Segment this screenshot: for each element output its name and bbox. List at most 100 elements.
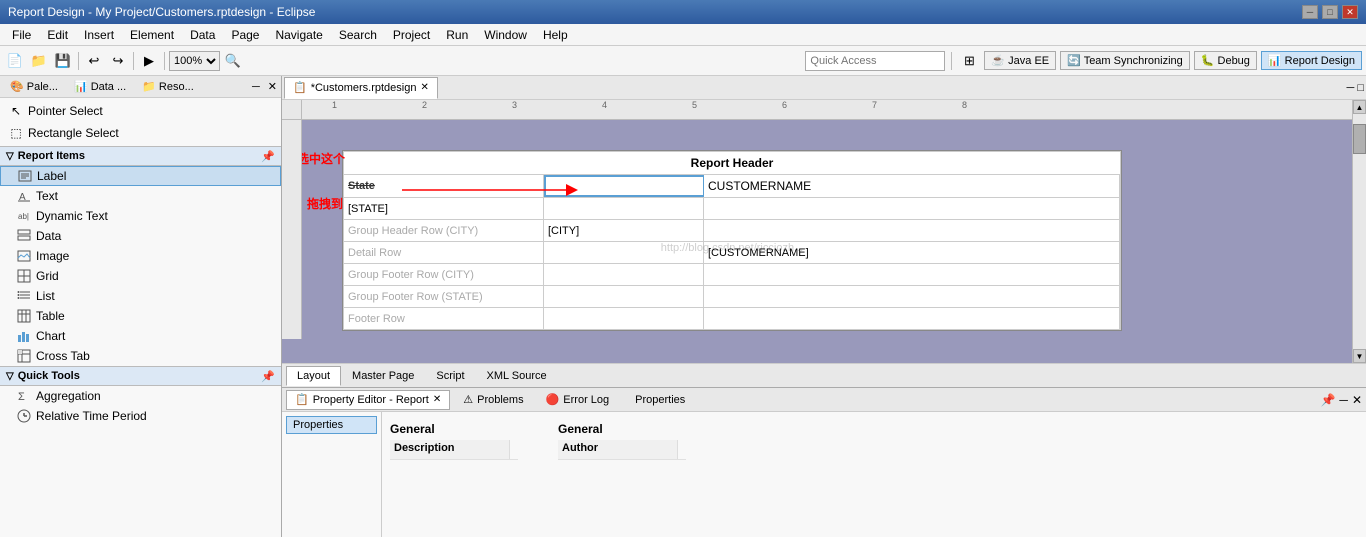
master-page-tab[interactable]: Master Page [341,366,425,386]
panel-tab-reso[interactable]: 📁 Reso... [136,78,200,95]
menu-navigate[interactable]: Navigate [267,26,330,44]
open-button[interactable]: 📁 [28,50,50,72]
toolbar-sep-3 [164,52,165,70]
perspective-icon: ⊞ [958,50,980,72]
menu-page[interactable]: Page [223,26,267,44]
perspective-javaee[interactable]: ☕ Java EE [984,51,1056,70]
table-item[interactable]: Table [0,306,281,326]
layout-tab[interactable]: Layout [286,366,341,386]
report-items-header[interactable]: ▽ Report Items 📌 [0,146,281,166]
zoom-select[interactable]: 100% 75% 150% [169,51,220,71]
tab-close-button[interactable]: ✕ [420,82,428,93]
ruler-corner [282,100,302,120]
properties-tab[interactable]: Properties [622,390,694,410]
script-tab[interactable]: Script [425,366,475,386]
new-button[interactable]: 📄 [4,50,26,72]
annotation-drag: 拖拽到 [307,195,343,212]
menu-edit[interactable]: Edit [39,26,76,44]
crosstab-item[interactable]: Cross Tab [0,346,281,366]
menu-file[interactable]: File [4,26,39,44]
scroll-up-button[interactable]: ▲ [1353,100,1366,114]
canvas-scroll-area[interactable]: 选中这个 拖拽到 [302,120,1352,363]
label-item[interactable]: Label [0,166,281,186]
clock-icon [16,408,32,424]
run-button[interactable]: ▶ [138,50,160,72]
menu-project[interactable]: Project [385,26,438,44]
rectangle-select-tool[interactable]: ⬚ Rectangle Select [0,122,281,144]
perspective-debug[interactable]: 🐛 Debug [1194,51,1257,70]
menu-search[interactable]: Search [331,26,385,44]
panel-tab-palette[interactable]: 🎨 Pale... [4,78,64,95]
redo-button[interactable]: ↪ [107,50,129,72]
empty-cell-2 [544,198,704,219]
xml-source-tab[interactable]: XML Source [476,366,558,386]
empty-cell-4 [704,220,1120,241]
zoom-in-button[interactable]: 🔍 [222,50,244,72]
maximize-button[interactable]: □ [1322,5,1338,19]
vertical-scrollbar[interactable]: ▲ ▼ [1352,100,1366,363]
grid-item[interactable]: Grid [0,266,281,286]
menubar: File Edit Insert Element Data Page Navig… [0,24,1366,46]
customers-tab[interactable]: 📋 *Customers.rptdesign ✕ [284,77,438,99]
panel-close[interactable]: ✕ [268,80,277,93]
grid-icon [16,268,32,284]
window-controls: ─ □ ✕ [1302,5,1358,19]
minimize-button[interactable]: ─ [1302,5,1318,19]
description-value[interactable] [510,440,518,459]
error-log-tab[interactable]: 🔴 Error Log [537,390,619,410]
bottom-close-button[interactable]: ✕ [1352,393,1362,407]
problems-tab[interactable]: ⚠ Problems [454,390,532,410]
save-button[interactable]: 💾 [52,50,74,72]
table-row: Group Header Row (CITY) [CITY] [343,220,1121,242]
chart-item[interactable]: Chart [0,326,281,346]
close-button[interactable]: ✕ [1342,5,1358,19]
ruler-horizontal: 1 2 3 4 5 6 7 8 [282,100,1352,120]
panel-tab-data[interactable]: 📊 Data ... [68,78,132,95]
quick-access-bar: ⊞ ☕ Java EE 🔄 Team Synchronizing 🐛 Debug… [805,50,1362,72]
menu-insert[interactable]: Insert [76,26,122,44]
image-item[interactable]: Image [0,246,281,266]
general-sections: General Description General Author [390,416,1358,464]
pin-icon[interactable]: 📌 [261,150,275,163]
quick-tools-pin[interactable]: 📌 [261,370,275,383]
quick-access-input[interactable] [805,51,945,71]
list-item[interactable]: List [0,286,281,306]
data-item[interactable]: Data [0,226,281,246]
author-value[interactable] [678,440,686,459]
perspective-report[interactable]: 📊 Report Design [1261,51,1362,70]
city-value-cell: [CITY] [544,220,704,241]
ruler-vertical [282,120,302,339]
perspective-team[interactable]: 🔄 Team Synchronizing [1060,51,1190,70]
scroll-down-button[interactable]: ▼ [1353,349,1366,363]
menu-data[interactable]: Data [182,26,223,44]
dynamic-text-item[interactable]: ab| Dynamic Text [0,206,281,226]
menu-run[interactable]: Run [438,26,476,44]
property-editor-tab[interactable]: 📋 Property Editor - Report ✕ [286,390,450,410]
menu-window[interactable]: Window [476,26,535,44]
group-footer-city-label: Group Footer Row (CITY) [344,264,544,285]
menu-element[interactable]: Element [122,26,182,44]
bottom-pin-button[interactable]: 📌 [1320,393,1335,407]
pointer-select-tool[interactable]: ↖ Pointer Select [0,100,281,122]
menu-help[interactable]: Help [535,26,576,44]
scroll-thumb[interactable] [1353,124,1366,154]
bottom-panel: 📋 Property Editor - Report ✕ ⚠ Problems … [282,387,1366,537]
toolbar-sep-4 [951,52,952,70]
empty-selected-cell[interactable] [544,175,704,197]
quick-tools-header[interactable]: ▽ Quick Tools 📌 [0,366,281,386]
pointer-icon: ↖ [8,103,24,119]
bottom-minimize-button[interactable]: ─ [1339,393,1348,407]
arrow-icon: ▽ [6,151,14,162]
properties-item[interactable]: Properties [286,416,377,434]
prop-editor-close[interactable]: ✕ [433,394,441,405]
undo-button[interactable]: ↩ [83,50,105,72]
relative-time-item[interactable]: Relative Time Period [0,406,281,426]
design-area: 1 2 3 4 5 6 7 8 选中这个 拖拽到 [282,100,1366,363]
panel-minimize[interactable]: ─ [252,81,260,93]
perspective-buttons: ⊞ ☕ Java EE 🔄 Team Synchronizing 🐛 Debug… [958,50,1362,72]
problems-icon: ⚠ [463,393,473,406]
text-item[interactable]: A Text [0,186,281,206]
tab-icon: 📋 [293,81,307,94]
aggregation-item[interactable]: Σ Aggregation [0,386,281,406]
empty-cell-6 [544,264,704,285]
